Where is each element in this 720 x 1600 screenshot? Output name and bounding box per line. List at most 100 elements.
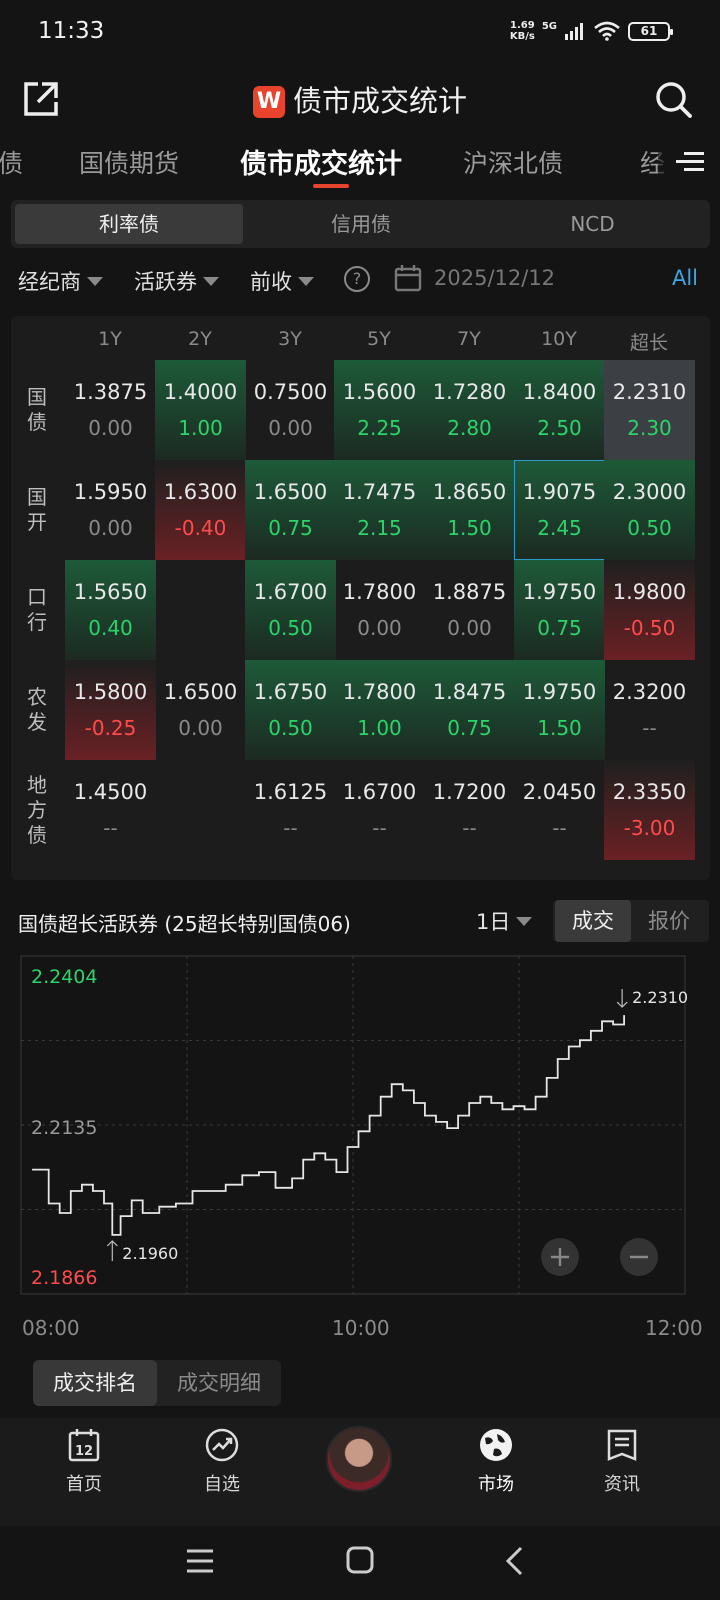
high-label: 2.2310 [632,988,688,1007]
nav-market[interactable]: 市场 [446,1428,546,1496]
grid-cell[interactable]: 1.6750 0.50 [245,660,336,760]
grid-cell[interactable]: 1.3875 0.00 [65,360,156,460]
bond-dropdown[interactable]: 活跃券 [134,266,219,296]
intraday-chart[interactable]: 2.2404 2.2135 2.1866 2.2310 2.1960 [20,955,700,1305]
grid-cell[interactable]: 1.8650 1.50 [424,460,515,560]
grid-cell[interactable]: 1.5600 2.25 [334,360,425,460]
grid-cell[interactable]: 1.6500 0.75 [245,460,336,560]
yield-value: 1.5600 [342,380,417,404]
grid-cell[interactable]: 2.2310 2.30 [604,360,695,460]
home-icon[interactable] [346,1546,374,1574]
nav-news[interactable]: 资讯 [572,1428,672,1496]
grid-cell[interactable]: 1.4500 -- [65,760,156,860]
date-value[interactable]: 2025/12/12 [434,266,555,290]
network-speed: 1.69 KB/s [509,20,535,42]
y-max-label: 2.2404 [31,966,97,988]
yield-value: 2.0450 [522,780,597,804]
grid-cell[interactable]: 2.3000 0.50 [604,460,695,560]
tab-bond-trade-stats[interactable]: 债市成交统计 [240,142,402,181]
grid-cell[interactable]: 1.9075 2.45 [514,460,605,560]
x-tick-label: 10:00 [332,1316,390,1340]
tab-trade-ranking[interactable]: 成交排名 [33,1360,157,1406]
chevron-down-icon [516,917,533,926]
column-header: 7Y [457,328,481,350]
change-value: 0.00 [178,716,223,740]
yield-value [155,780,246,806]
nav-home[interactable]: 12 首页 [34,1428,134,1496]
tab-treasury-futures[interactable]: 国债期货 [79,144,179,180]
change-value: 0.75 [537,616,582,640]
grid-cell[interactable]: 1.5800 -0.25 [65,660,156,760]
grid-cell[interactable]: 1.9750 0.75 [514,560,605,660]
price-dropdown[interactable]: 前收 [250,266,314,296]
wifi-icon [594,21,620,41]
x-tick-label: 12:00 [645,1316,703,1340]
column-header: 2Y [188,328,212,350]
toggle-quotes[interactable]: 报价 [631,900,707,942]
grid-cell[interactable]: 1.9800 -0.50 [604,560,695,660]
zoom-out-icon[interactable] [620,1238,658,1276]
grid-cell[interactable]: 2.3350 -3.00 [604,760,695,860]
grid-cell[interactable]: 1.4000 1.00 [155,360,246,460]
y-mid-label: 2.2135 [31,1117,97,1139]
toggle-trades[interactable]: 成交 [555,900,631,942]
segment-credit-bonds[interactable]: 信用债 [247,204,475,244]
assistant-avatar[interactable] [326,1426,392,1492]
change-value: 0.50 [627,516,672,540]
period-dropdown[interactable]: 1日 [476,906,533,936]
change-value: 0.40 [88,616,133,640]
battery-indicator: 61 [628,21,673,41]
search-icon[interactable] [652,78,694,120]
grid-cell[interactable]: 1.7475 2.15 [334,460,425,560]
tabs-menu-button[interactable] [658,138,720,190]
change-value: 1.00 [178,416,223,440]
tab-trade-details[interactable]: 成交明细 [157,1360,281,1406]
back-icon[interactable] [504,1546,524,1576]
active-tab-indicator [313,184,349,188]
grid-cell[interactable]: 0.7500 0.00 [245,360,336,460]
change-value: 2.80 [447,416,492,440]
change-value: 0.50 [268,616,313,640]
tab-partial-left[interactable]: 债 [0,144,23,180]
yield-value: 1.7280 [432,380,507,404]
chevron-down-icon [203,277,219,286]
grid-cell[interactable]: 1.7200 -- [424,760,515,860]
grid-cell[interactable]: 1.6300 -0.40 [155,460,246,560]
recents-icon[interactable] [186,1548,214,1574]
tab-exchange-bonds[interactable]: 沪深北债 [463,144,563,180]
grid-cell[interactable]: 1.7800 1.00 [334,660,425,760]
change-value [155,616,246,642]
grid-cell[interactable]: 2.0450 -- [514,760,605,860]
yield-value: 1.9750 [522,580,597,604]
grid-cell[interactable]: 1.5950 0.00 [65,460,156,560]
grid-cell[interactable]: 1.6700 0.50 [245,560,336,660]
zoom-in-icon[interactable] [541,1238,579,1276]
yield-value: 1.6500 [163,680,238,704]
grid-cell[interactable]: 1.6125 -- [245,760,336,860]
all-link[interactable]: All [672,266,698,290]
grid-cell[interactable]: 1.5650 0.40 [65,560,156,660]
grid-cell[interactable]: 1.6500 0.00 [155,660,246,760]
segment-ncd[interactable]: NCD [479,204,706,244]
grid-cell[interactable]: 1.9750 1.50 [514,660,605,760]
change-value: 0.75 [268,516,313,540]
grid-cell[interactable]: 1.8400 2.50 [514,360,605,460]
grid-cell[interactable]: 1.7800 0.00 [334,560,425,660]
grid-cell[interactable]: 1.6700 -- [334,760,425,860]
calendar-icon[interactable] [394,264,422,292]
status-bar: 11:33 1.69 KB/s 5G 61 [0,0,720,64]
broker-dropdown[interactable]: 经纪商 [18,266,103,296]
status-indicators: 1.69 KB/s 5G 61 [509,20,673,42]
nav-watchlist[interactable]: 自选 [172,1428,272,1496]
row-header: 地方债 [27,772,47,847]
grid-cell[interactable]: 1.7280 2.80 [424,360,515,460]
help-icon[interactable]: ? [344,266,370,292]
yield-value: 2.3000 [612,480,687,504]
grid-cell[interactable]: 1.8475 0.75 [424,660,515,760]
grid-cell[interactable]: 1.8875 0.00 [424,560,515,660]
grid-cell[interactable]: 2.3200 -- [604,660,695,760]
segment-rate-bonds[interactable]: 利率债 [15,204,243,244]
yield-value: 1.6700 [253,580,328,604]
chevron-down-icon [298,277,314,286]
yield-value: 1.9800 [612,580,687,604]
